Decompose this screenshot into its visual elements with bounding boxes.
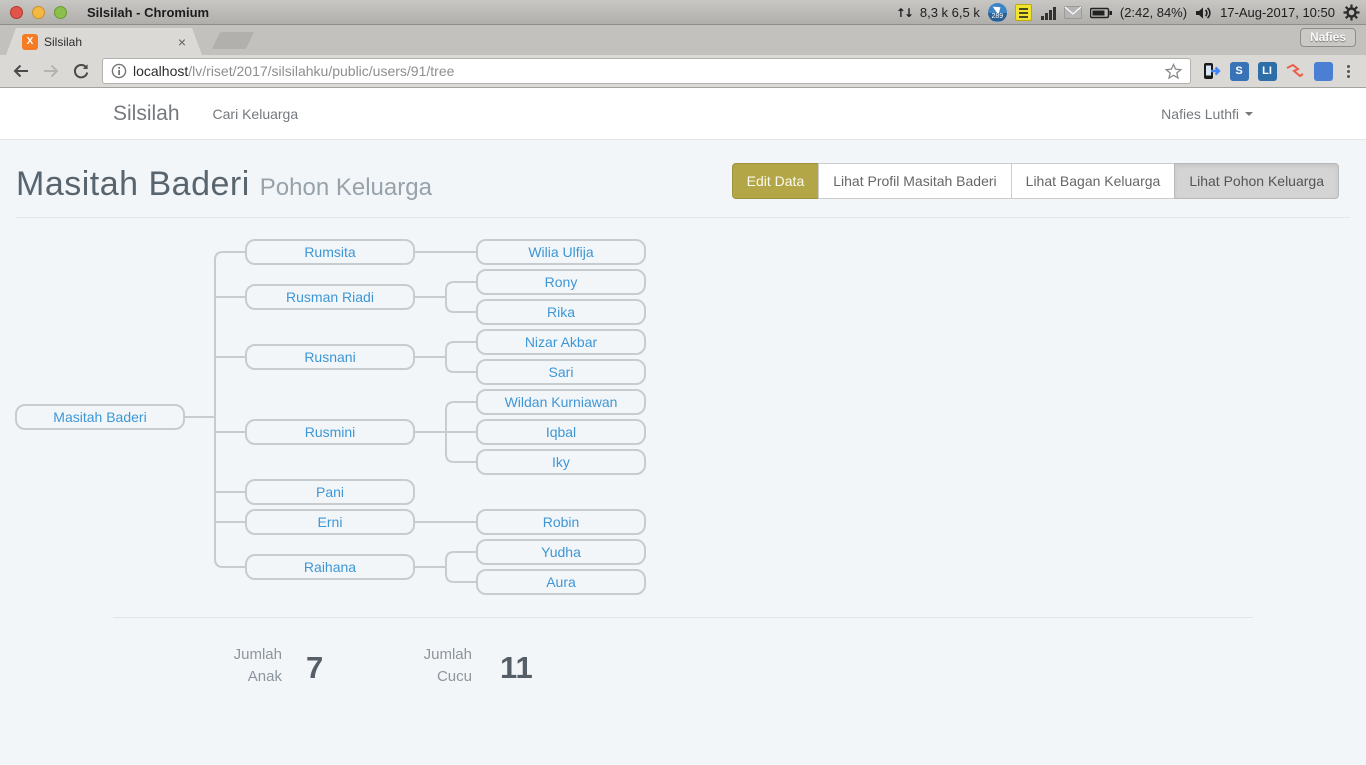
- notes-indicator-icon[interactable]: [1015, 4, 1032, 21]
- user-dropdown[interactable]: Nafies Luthfi: [1161, 106, 1253, 122]
- lihat-bagan-button[interactable]: Lihat Bagan Keluarga: [1011, 163, 1176, 199]
- stats-divider: [113, 617, 1253, 618]
- xampp-favicon-icon: X: [22, 34, 38, 50]
- gear-icon[interactable]: [1343, 4, 1360, 21]
- extension-laravel-icon[interactable]: [1283, 59, 1307, 83]
- tree-node-rumsita[interactable]: Rumsita: [245, 239, 415, 265]
- extension-phone-icon[interactable]: [1199, 59, 1223, 83]
- forward-button[interactable]: [38, 58, 64, 84]
- tree-node-sari[interactable]: Sari: [476, 359, 646, 385]
- window-minimize-button[interactable]: [32, 6, 45, 19]
- stat-cucu-label: JumlahCucu: [372, 644, 472, 688]
- tree-node-iky[interactable]: Iky: [476, 449, 646, 475]
- browser-menu-icon[interactable]: [1339, 65, 1358, 78]
- clock-text: 17-Aug-2017, 10:50: [1220, 5, 1335, 20]
- tree-node-rusman-riadi[interactable]: Rusman Riadi: [245, 284, 415, 310]
- extension-s-icon[interactable]: S: [1227, 59, 1251, 83]
- app-brand[interactable]: Silsilah: [113, 102, 180, 126]
- address-bar[interactable]: localhost/lv/riset/2017/silsilahku/publi…: [102, 58, 1191, 84]
- app-navbar: Silsilah Cari Keluarga Nafies Luthfi: [0, 88, 1366, 140]
- new-tab-button[interactable]: [212, 32, 254, 49]
- tree-node-wildan-kurniawan[interactable]: Wildan Kurniawan: [476, 389, 646, 415]
- tree-node-robin[interactable]: Robin: [476, 509, 646, 535]
- stat-cucu-value: 11: [500, 650, 533, 686]
- tree-node-erni[interactable]: Erni: [245, 509, 415, 535]
- tree-node-iqbal[interactable]: Iqbal: [476, 419, 646, 445]
- main-content: Masitah BaderiPohon Keluarga Edit Data L…: [0, 140, 1366, 765]
- browser-toolbar: localhost/lv/riset/2017/silsilahku/publi…: [0, 55, 1366, 88]
- family-tree: Wilia Ulfija Rumsita Rony Rika Rusman Riadi N…: [0, 140, 700, 765]
- tree-node-aura[interactable]: Aura: [476, 569, 646, 595]
- network-speed-text: 8,3 k 6,5 k: [920, 5, 980, 20]
- window-close-button[interactable]: [10, 6, 23, 19]
- url-host: localhost: [133, 63, 188, 79]
- tree-node-masitah-baderi[interactable]: Masitah Baderi: [15, 404, 185, 430]
- bookmark-star-icon[interactable]: [1165, 63, 1182, 80]
- lihat-pohon-button[interactable]: Lihat Pohon Keluarga: [1174, 163, 1339, 199]
- tree-node-rony[interactable]: Rony: [476, 269, 646, 295]
- indicator-badge-icon[interactable]: 289: [988, 3, 1007, 22]
- window-maximize-button[interactable]: [54, 6, 67, 19]
- stat-anak-value: 7: [306, 650, 323, 686]
- reload-button[interactable]: [68, 58, 94, 84]
- mail-icon[interactable]: [1064, 6, 1082, 19]
- tree-node-yudha[interactable]: Yudha: [476, 539, 646, 565]
- system-tray: ↑↓ 8,3 k 6,5 k 289 (2:42, 84%) 17-Aug-20…: [896, 0, 1360, 25]
- network-updown-icon[interactable]: ↑↓: [896, 6, 912, 20]
- signal-bars-icon[interactable]: [1040, 5, 1056, 21]
- session-name-badge: Nafies: [1300, 28, 1356, 47]
- back-button[interactable]: [8, 58, 34, 84]
- browser-tab-strip: X Silsilah ×: [0, 25, 1366, 55]
- battery-text: (2:42, 84%): [1120, 5, 1187, 20]
- tree-node-rusmini[interactable]: Rusmini: [245, 419, 415, 445]
- nav-link-cari-keluarga[interactable]: Cari Keluarga: [213, 106, 299, 122]
- action-button-group: Edit Data Lihat Profil Masitah Baderi Li…: [732, 163, 1339, 199]
- tree-node-rika[interactable]: Rika: [476, 299, 646, 325]
- extension-li-icon[interactable]: LI: [1255, 59, 1279, 83]
- battery-icon[interactable]: [1090, 7, 1112, 19]
- lihat-profil-button[interactable]: Lihat Profil Masitah Baderi: [818, 163, 1011, 199]
- tree-node-nizar-akbar[interactable]: Nizar Akbar: [476, 329, 646, 355]
- edit-data-button[interactable]: Edit Data: [732, 163, 820, 199]
- volume-icon[interactable]: [1195, 6, 1212, 20]
- tree-node-pani[interactable]: Pani: [245, 479, 415, 505]
- tree-node-raihana[interactable]: Raihana: [245, 554, 415, 580]
- tree-node-rusnani[interactable]: Rusnani: [245, 344, 415, 370]
- window-title: Silsilah - Chromium: [87, 5, 209, 20]
- tab-title: Silsilah: [44, 35, 172, 49]
- stat-anak-label: JumlahAnak: [182, 644, 282, 688]
- tab-close-icon[interactable]: ×: [178, 35, 186, 49]
- page-info-icon[interactable]: [111, 63, 127, 79]
- browser-tab[interactable]: X Silsilah ×: [6, 28, 202, 55]
- chevron-down-icon: [1245, 112, 1253, 116]
- window-titlebar: Silsilah - Chromium ↑↓ 8,3 k 6,5 k 289 (…: [0, 0, 1366, 25]
- url-path: /lv/riset/2017/silsilahku/public/users/9…: [188, 63, 1159, 79]
- tree-node-wilia-ulfija[interactable]: Wilia Ulfija: [476, 239, 646, 265]
- extension-blue-icon[interactable]: [1311, 59, 1335, 83]
